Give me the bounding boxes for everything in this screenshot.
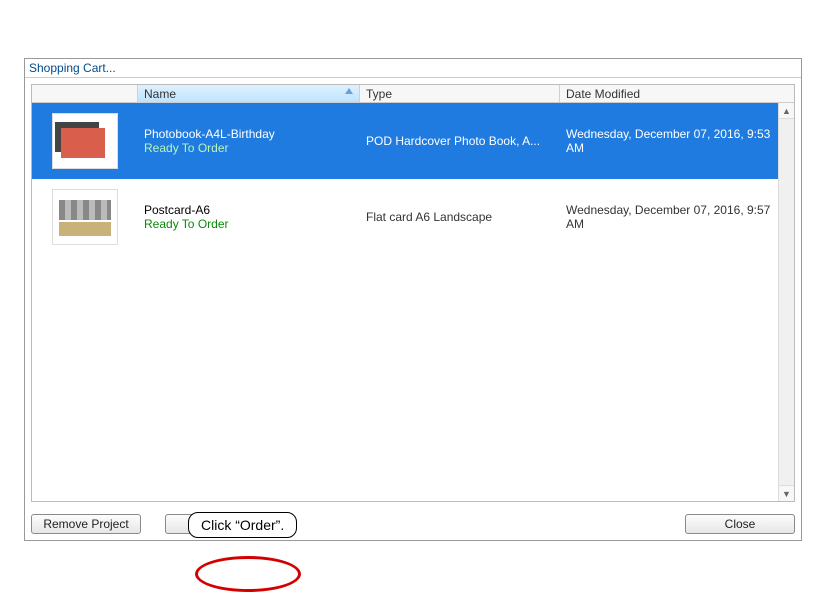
column-type-label: Type: [366, 87, 392, 101]
shopping-cart-window: Shopping Cart... Name Type Date Modified…: [24, 58, 802, 541]
project-list: Name Type Date Modified Photobook-A4L-Bi…: [31, 84, 795, 502]
project-type: Flat card A6 Landscape: [360, 210, 560, 224]
table-row[interactable]: Photobook-A4L-BirthdayReady To OrderPOD …: [32, 103, 794, 179]
column-name-label: Name: [144, 87, 176, 101]
project-name-cell: Photobook-A4L-BirthdayReady To Order: [138, 127, 360, 155]
project-name: Postcard-A6: [144, 203, 354, 217]
table-row[interactable]: Postcard-A6Ready To OrderFlat card A6 La…: [32, 179, 794, 255]
remove-project-button[interactable]: Remove Project: [31, 514, 141, 534]
project-name: Photobook-A4L-Birthday: [144, 127, 354, 141]
project-type: POD Hardcover Photo Book, A...: [360, 134, 560, 148]
scroll-up-icon[interactable]: ▲: [779, 103, 794, 119]
column-name[interactable]: Name: [138, 85, 360, 102]
thumbnail-image: [52, 189, 118, 245]
scroll-down-icon[interactable]: ▼: [779, 485, 794, 501]
column-date-modified[interactable]: Date Modified: [560, 85, 794, 102]
project-name-cell: Postcard-A6Ready To Order: [138, 203, 360, 231]
close-button[interactable]: Close: [685, 514, 795, 534]
window-title: Shopping Cart...: [25, 59, 801, 78]
column-thumbnail[interactable]: [32, 85, 138, 102]
column-type[interactable]: Type: [360, 85, 560, 102]
project-status: Ready To Order: [144, 217, 354, 231]
column-date-label: Date Modified: [566, 87, 640, 101]
project-date-modified: Wednesday, December 07, 2016, 9:53 AM: [560, 127, 794, 155]
vertical-scrollbar[interactable]: ▲ ▼: [778, 103, 794, 501]
thumbnail-image: [52, 113, 118, 169]
project-thumbnail: [32, 113, 138, 169]
annotation-highlight-oval: [195, 556, 301, 592]
project-date-modified: Wednesday, December 07, 2016, 9:57 AM: [560, 203, 794, 231]
annotation-callout: Click “Order”.: [188, 512, 297, 538]
rows-viewport: Photobook-A4L-BirthdayReady To OrderPOD …: [32, 103, 794, 501]
column-headers: Name Type Date Modified: [32, 85, 794, 103]
sort-ascending-icon: [345, 88, 353, 94]
project-status: Ready To Order: [144, 141, 354, 155]
project-thumbnail: [32, 189, 138, 245]
button-bar: Remove Project Order Close: [25, 508, 801, 540]
